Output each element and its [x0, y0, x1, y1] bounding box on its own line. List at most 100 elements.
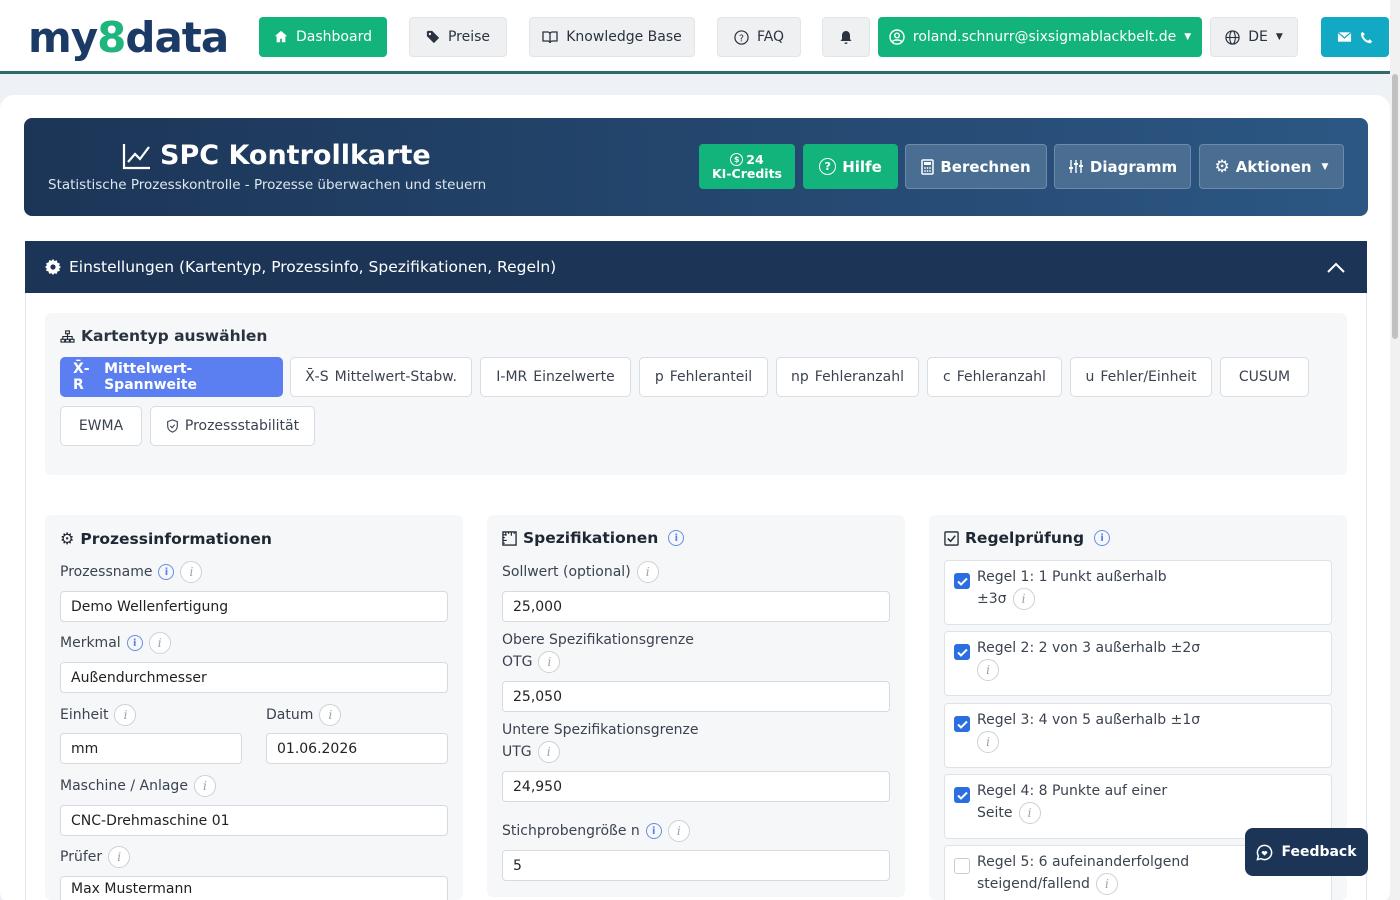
rule-1[interactable]: Regel 1: 1 Punkt außerhalb ±3σ i	[944, 560, 1332, 625]
pruefer-input[interactable]: Max Mustermann	[60, 876, 448, 900]
info-icon[interactable]: i	[667, 820, 690, 842]
rule-4-checkbox[interactable]	[954, 787, 970, 803]
coin-icon: $	[730, 153, 744, 166]
user-circle-icon	[889, 29, 905, 45]
contact-button[interactable]	[1321, 17, 1389, 57]
info-icon[interactable]: i	[193, 775, 216, 797]
maschine-input[interactable]: CNC-Drehmaschine 01	[60, 805, 448, 836]
faq-button[interactable]: ? FAQ	[717, 17, 801, 57]
sitemap-icon	[60, 329, 75, 343]
prozessname-label: Prozessname i i	[60, 561, 203, 583]
maschine-label: Maschine / Anlage i	[60, 775, 216, 797]
sollwert-input[interactable]: 25,000	[502, 591, 890, 622]
chart-type-xbar-r[interactable]: X̄-R Mittelwert-Spannweite	[60, 357, 283, 397]
info-icon[interactable]: i	[319, 704, 342, 726]
chart-type-xbar-s[interactable]: X̄-S Mittelwert-Stabw.	[290, 357, 472, 397]
caret-down-icon: ▼	[1275, 32, 1283, 42]
chart-type-ewma[interactable]: EWMA	[60, 406, 142, 446]
book-icon	[542, 31, 558, 44]
sliders-icon	[1068, 160, 1083, 173]
info-circle-icon[interactable]: i	[645, 823, 662, 839]
info-icon[interactable]: i	[180, 561, 203, 583]
datum-input[interactable]: 01.06.2026	[266, 733, 448, 764]
chart-type-prozessstabilitaet[interactable]: Prozessstabilität	[150, 406, 315, 446]
line-chart-icon	[122, 143, 150, 169]
merkmal-input[interactable]: Außendurchmesser	[60, 662, 448, 693]
check-icon	[956, 720, 968, 729]
preise-button[interactable]: Preise	[409, 17, 507, 57]
rule-1-checkbox[interactable]	[954, 573, 970, 589]
utg-input[interactable]: 24,950	[502, 771, 890, 802]
otg-label: Obere Spezifikationsgrenze OTG i	[502, 630, 694, 673]
caret-down-icon: ▼	[1321, 161, 1329, 172]
envelope-icon	[1337, 31, 1352, 42]
info-circle-icon[interactable]: i	[126, 635, 143, 651]
pruefer-label: Prüfer i	[60, 846, 131, 868]
berechnen-button[interactable]: Berechnen	[905, 144, 1047, 189]
ruler-icon	[502, 530, 517, 546]
einheit-input[interactable]: mm	[60, 733, 242, 764]
rule-2[interactable]: Regel 2: 2 von 3 außerhalb ±2σ i	[944, 631, 1332, 696]
ki-credits-badge[interactable]: $24 KI-Credits	[699, 144, 795, 189]
info-icon[interactable]: i	[1012, 588, 1035, 610]
gear-icon: ⚙	[60, 529, 75, 548]
check-icon	[956, 791, 968, 800]
user-menu-dropdown[interactable]: roland.schnurr@sixsigmablackbelt.de ▼	[878, 17, 1202, 57]
chart-type-i-mr[interactable]: I-MR Einzelwerte	[480, 357, 631, 397]
calculator-icon	[921, 158, 935, 175]
rule-5-checkbox[interactable]	[954, 858, 970, 874]
svg-text:?: ?	[739, 33, 744, 44]
info-icon[interactable]: i	[1095, 873, 1118, 895]
home-icon	[274, 30, 288, 43]
chevron-up-icon[interactable]	[1327, 261, 1345, 273]
language-dropdown[interactable]: DE ▼	[1210, 17, 1298, 57]
info-icon[interactable]: i	[977, 659, 999, 681]
diagramm-button[interactable]: Diagramm	[1054, 144, 1191, 189]
utg-label: Untere Spezifikationsgrenze UTG i	[502, 720, 699, 763]
feedback-button[interactable]: Feedback	[1245, 828, 1368, 876]
globe-icon	[1225, 29, 1240, 45]
settings-accordion-header[interactable]: Einstellungen (Kartentyp, Prozessinfo, S…	[25, 241, 1367, 293]
caret-down-icon: ▼	[1184, 32, 1192, 42]
check-icon	[956, 648, 968, 657]
chart-type-cusum[interactable]: CUSUM	[1220, 357, 1309, 397]
chart-type-np[interactable]: np Fehleranzahl	[776, 357, 919, 397]
tag-icon	[426, 30, 440, 44]
rule-2-checkbox[interactable]	[954, 644, 970, 660]
chart-type-u[interactable]: u Fehler/Einheit	[1070, 357, 1212, 397]
page-header: SPC Kontrollkarte Statistische Prozessko…	[24, 118, 1368, 216]
scrollbar-thumb[interactable]	[1392, 74, 1398, 339]
info-icon[interactable]: i	[114, 704, 137, 726]
checkbox-icon	[944, 530, 959, 546]
info-circle-icon[interactable]: i	[158, 564, 175, 580]
stichprobe-input[interactable]: 5	[502, 850, 890, 881]
knowledge-base-button[interactable]: Knowledge Base	[529, 17, 695, 57]
rule-3-checkbox[interactable]	[954, 716, 970, 732]
chart-type-p[interactable]: p Fehleranteil	[639, 357, 768, 397]
prozessname-input[interactable]: Demo Wellenfertigung	[60, 591, 448, 622]
info-circle-icon[interactable]: i	[668, 530, 685, 546]
notifications-button[interactable]	[822, 17, 870, 57]
gear-icon: ⚙	[1214, 156, 1230, 177]
info-icon[interactable]: i	[108, 846, 131, 868]
rule-3[interactable]: Regel 3: 4 von 5 außerhalb ±1σ i	[944, 703, 1332, 768]
my8data-logo[interactable]: my8data	[28, 14, 229, 62]
info-circle-icon[interactable]: i	[1094, 530, 1111, 546]
info-icon[interactable]: i	[538, 651, 561, 673]
info-icon[interactable]: i	[977, 731, 999, 753]
hilfe-button[interactable]: ? Hilfe	[803, 144, 898, 189]
info-icon[interactable]: i	[537, 741, 560, 763]
stichprobe-label: Stichprobengröße nii	[502, 820, 690, 842]
aktionen-dropdown[interactable]: ⚙ Aktionen ▼	[1199, 144, 1344, 189]
question-circle-icon: ?	[734, 29, 749, 45]
question-circle-icon: ?	[819, 158, 837, 175]
sollwert-label: Sollwert (optional) i	[502, 561, 659, 583]
chart-type-c[interactable]: c Fehleranzahl	[927, 357, 1062, 397]
info-icon[interactable]: i	[1018, 802, 1041, 824]
specifications-heading: Spezifikationen i	[502, 529, 685, 547]
otg-input[interactable]: 25,050	[502, 681, 890, 712]
process-info-heading: ⚙ Prozessinformationen	[60, 529, 272, 548]
info-icon[interactable]: i	[636, 561, 659, 583]
dashboard-button[interactable]: Dashboard	[259, 17, 387, 57]
info-icon[interactable]: i	[148, 632, 171, 654]
